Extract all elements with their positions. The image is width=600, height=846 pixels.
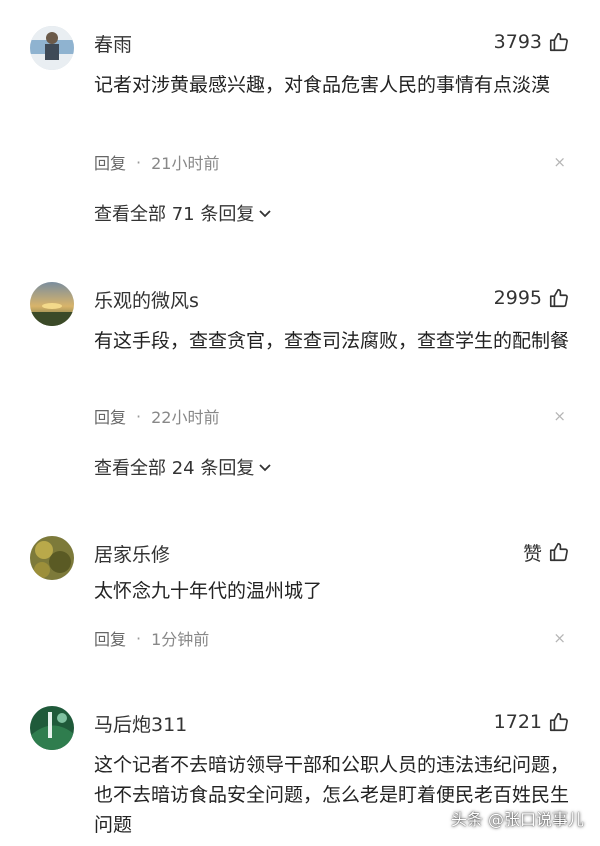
avatar[interactable] <box>30 26 74 70</box>
reply-button[interactable]: 回复 <box>94 150 126 174</box>
view-replies-label: 查看全部 71 条回复 <box>94 204 255 225</box>
avatar[interactable] <box>30 706 74 750</box>
comment-meta: 回复 · 1分钟前 <box>94 626 209 650</box>
timestamp: 1分钟前 <box>151 630 210 649</box>
view-replies-link[interactable]: 查看全部 24 条回复 <box>94 454 272 480</box>
comment-meta: 回复 · 22小时前 <box>94 404 219 428</box>
timestamp: 21小时前 <box>151 154 220 173</box>
comment-text: 记者对涉黄最感兴趣，对食品危害人民的事情有点淡漠 <box>94 74 551 96</box>
thumbs-up-icon <box>549 712 568 732</box>
separator: · <box>136 152 142 172</box>
thumbs-up-icon <box>549 288 568 308</box>
view-replies-label: 查看全部 24 条回复 <box>94 458 255 479</box>
chevron-down-icon <box>259 464 271 472</box>
comment-meta: 回复 · 21小时前 <box>94 150 219 174</box>
view-replies-link[interactable]: 查看全部 71 条回复 <box>94 200 272 226</box>
close-icon[interactable]: × <box>553 153 566 171</box>
close-icon[interactable]: × <box>553 629 566 647</box>
like-count: 3793 <box>493 31 542 53</box>
separator: · <box>136 628 142 648</box>
like-count: 2995 <box>493 287 542 309</box>
like-count: 1721 <box>493 711 542 733</box>
like-button[interactable]: 3793 <box>494 28 570 56</box>
username[interactable]: 乐观的微风s <box>94 286 199 313</box>
separator: · <box>136 406 142 426</box>
watermark: 头条 @张口说事儿 <box>450 810 584 829</box>
reply-button[interactable]: 回复 <box>94 404 126 428</box>
username[interactable]: 春雨 <box>94 30 132 57</box>
like-button[interactable]: 赞 <box>523 538 570 566</box>
like-button[interactable]: 2995 <box>494 284 570 312</box>
comment-text: 太怀念九十年代的温州城了 <box>94 580 323 602</box>
chevron-down-icon <box>259 210 271 218</box>
like-button[interactable]: 1721 <box>494 708 570 736</box>
username[interactable]: 马后炮311 <box>94 710 187 737</box>
avatar[interactable] <box>30 282 74 326</box>
close-icon[interactable]: × <box>553 407 566 425</box>
comment-text: 有这手段，查查贪官，查查司法腐败，查查学生的配制餐 <box>94 330 570 352</box>
thumbs-up-icon <box>549 32 568 52</box>
avatar[interactable] <box>30 536 74 580</box>
timestamp: 22小时前 <box>151 408 220 427</box>
thumbs-up-icon <box>549 542 568 562</box>
like-count: 赞 <box>522 542 542 565</box>
username[interactable]: 居家乐修 <box>94 540 170 567</box>
reply-button[interactable]: 回复 <box>94 626 126 650</box>
